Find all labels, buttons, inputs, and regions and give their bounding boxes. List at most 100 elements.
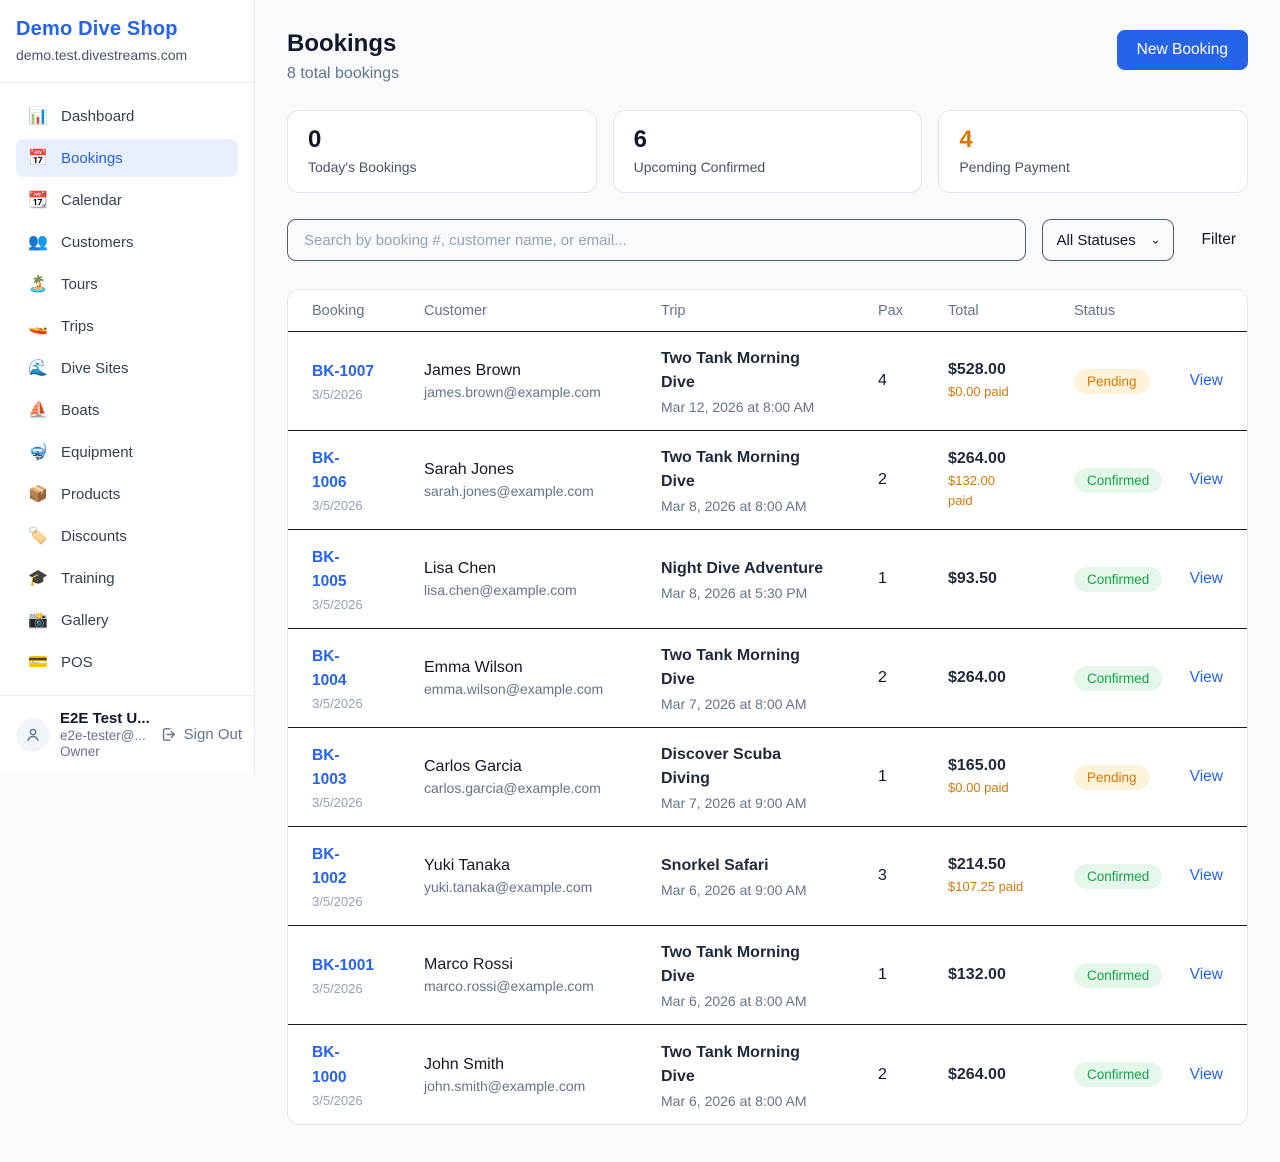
customer-name: Lisa Chen [424,560,661,578]
view-link[interactable]: View [1190,669,1223,687]
view-link[interactable]: View [1190,372,1223,390]
view-link[interactable]: View [1190,768,1223,786]
status-select-wrap: All Statuses ⌄ [1042,219,1174,261]
status-cell: Confirmed [1074,864,1179,889]
sidebar-item-gallery[interactable]: 📸Gallery [16,601,238,639]
person-icon [24,726,42,744]
trip-name: Two Tank Morning Dive [661,347,878,395]
sidebar-item-products[interactable]: 📦Products [16,475,238,513]
view-link[interactable]: View [1190,1066,1223,1084]
search-input[interactable] [287,219,1026,261]
booking-link[interactable]: BK- 1003 [312,744,346,792]
total-amount: $528.00 [948,361,1074,379]
sidebar-item-dashboard[interactable]: 📊Dashboard [16,97,238,135]
pax-cell: 2 [878,669,948,687]
trip-date: Mar 8, 2026 at 8:00 AM [661,498,878,514]
new-booking-button[interactable]: New Booking [1117,30,1248,70]
view-link[interactable]: View [1190,867,1223,885]
booking-cell: BK- 1006 3/5/2026 [312,447,424,513]
sidebar-item-pos[interactable]: 💳POS [16,643,238,681]
page-header-text: Bookings 8 total bookings [287,30,399,83]
sidebar-item-discounts[interactable]: 🏷️Discounts [16,517,238,555]
pax-cell: 4 [878,372,948,390]
status-filter-select[interactable]: All Statuses [1042,219,1174,261]
booking-link[interactable]: BK-1001 [312,954,374,978]
trip-cell: Two Tank Morning DiveMar 8, 2026 at 8:00… [661,446,878,514]
wave-icon: 🌊 [28,358,48,378]
table-row: BK-10073/5/2026James Brownjames.brown@ex… [288,332,1247,431]
status-cell: Confirmed [1074,567,1179,592]
status-cell: Pending [1074,369,1179,394]
filter-button[interactable]: Filter [1190,231,1248,249]
status-badge: Pending [1074,765,1150,790]
pax-value: 1 [878,966,948,984]
column-header-pax: Pax [878,303,948,319]
customer-email: emma.wilson@example.com [424,681,661,697]
status-cell: Confirmed [1074,1062,1179,1087]
customer-email: carlos.garcia@example.com [424,780,661,796]
sidebar-item-dive-sites[interactable]: 🌊Dive Sites [16,349,238,387]
sidebar-item-bookings[interactable]: 📅Bookings [16,139,238,177]
status-badge: Confirmed [1074,666,1162,691]
booking-link[interactable]: BK- 1006 [312,447,346,495]
trip-name: Two Tank Morning Dive [661,1041,878,1089]
total-cell: $165.00$0.00 paid [948,757,1074,798]
pax-value: 1 [878,570,948,588]
table-body: BK-10073/5/2026James Brownjames.brown@ex… [288,332,1247,1124]
calendar-icon: 📅 [28,148,48,168]
customer-email: john.smith@example.com [424,1078,661,1094]
status-badge: Confirmed [1074,468,1162,493]
trip-cell: Night Dive AdventureMar 8, 2026 at 5:30 … [661,557,878,601]
booking-date: 3/5/2026 [312,597,424,612]
customer-cell: Marco Rossimarco.rossi@example.com [424,956,661,994]
customer-cell: Sarah Jonessarah.jones@example.com [424,461,661,499]
status-badge: Pending [1074,369,1150,394]
sidebar-item-label: Boats [61,402,99,419]
sidebar-item-training[interactable]: 🎓Training [16,559,238,597]
total-amount: $165.00 [948,757,1074,775]
user-email: e2e-tester@... [60,728,150,743]
total-cell: $264.00$132.00 paid [948,450,1074,510]
total-cell: $93.50 [948,570,1074,588]
column-header-booking: Booking [312,303,424,319]
stat-card-today-s-bookings: 0Today's Bookings [287,110,597,193]
sign-out-button[interactable]: Sign Out [160,726,242,743]
status-badge: Confirmed [1074,1062,1162,1087]
customer-cell: Yuki Tanakayuki.tanaka@example.com [424,857,661,895]
sidebar-item-equipment[interactable]: 🤿Equipment [16,433,238,471]
pax-value: 4 [878,372,948,390]
booking-link[interactable]: BK- 1004 [312,645,346,693]
status-badge: Confirmed [1074,567,1162,592]
page-header: Bookings 8 total bookings New Booking [287,30,1248,83]
sidebar-item-trips[interactable]: 🚤Trips [16,307,238,345]
booking-cell: BK- 1002 3/5/2026 [312,843,424,909]
customer-email: james.brown@example.com [424,384,661,400]
paid-amount: $107.25 paid [948,877,1074,897]
graduation-cap-icon: 🎓 [28,568,48,588]
booking-link[interactable]: BK- 1002 [312,843,346,891]
view-link[interactable]: View [1190,966,1223,984]
table-row: BK- 1002 3/5/2026Yuki Tanakayuki.tanaka@e… [288,827,1247,926]
sidebar-item-calendar[interactable]: 📆Calendar [16,181,238,219]
sidebar-item-label: Dashboard [61,108,134,125]
stat-value: 0 [308,126,576,154]
total-cell: $132.00 [948,966,1074,984]
table-row: BK- 10053/5/2026Lisa Chenlisa.chen@examp… [288,530,1247,629]
sidebar-item-boats[interactable]: ⛵Boats [16,391,238,429]
customer-name: Carlos Garcia [424,758,661,776]
booking-link[interactable]: BK- 1005 [312,546,346,594]
speedboat-icon: 🚤 [28,316,48,336]
booking-link[interactable]: BK-1007 [312,360,374,384]
booking-link[interactable]: BK- 1000 [312,1041,346,1089]
booking-date: 3/5/2026 [312,498,424,513]
booking-date: 3/5/2026 [312,894,424,909]
view-link[interactable]: View [1190,471,1223,489]
trip-date: Mar 6, 2026 at 8:00 AM [661,993,878,1009]
customer-cell: John Smithjohn.smith@example.com [424,1056,661,1094]
view-link[interactable]: View [1190,570,1223,588]
total-amount: $264.00 [948,1066,1074,1084]
sidebar-item-customers[interactable]: 👥Customers [16,223,238,261]
total-amount: $132.00 [948,966,1074,984]
paid-amount: $132.00 paid [948,471,1074,510]
sidebar-item-tours[interactable]: 🏝️Tours [16,265,238,303]
